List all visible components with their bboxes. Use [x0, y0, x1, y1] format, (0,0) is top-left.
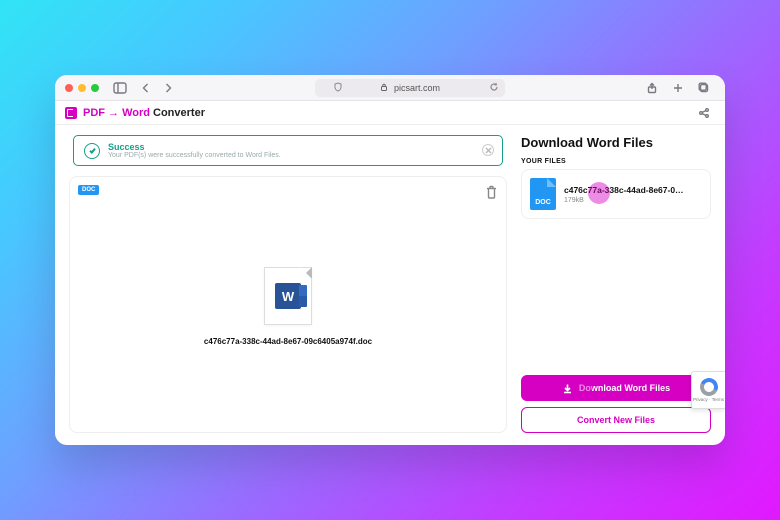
file-row[interactable]: DOC c476c77a-338c-44ad-8e67-0… 179kB	[521, 169, 711, 219]
url-text: picsart.com	[394, 83, 440, 93]
forward-icon[interactable]	[157, 79, 179, 97]
browser-toolbar: picsart.com	[55, 75, 725, 101]
minimize-window-icon[interactable]	[78, 84, 86, 92]
banner-subtitle: Your PDF(s) were successfully converted …	[108, 152, 281, 159]
address-bar[interactable]: picsart.com	[315, 79, 505, 97]
download-sidebar: Download Word Files YOUR FILES DOC c476c…	[521, 135, 711, 433]
convert-new-button[interactable]: Convert New Files	[521, 407, 711, 433]
browser-window: picsart.com PDF → Word Converter	[55, 75, 725, 445]
page-title: PDF → Word Converter	[83, 107, 205, 119]
app-header: PDF → Word Converter	[55, 101, 725, 125]
row-file-name: c476c77a-338c-44ad-8e67-0…	[564, 185, 684, 195]
file-name-label: c476c77a-338c-44ad-8e67-09c6405a974f.doc	[204, 337, 372, 346]
window-controls	[65, 84, 99, 92]
row-file-size: 179kB	[564, 197, 684, 204]
recaptcha-icon	[700, 378, 718, 396]
doc-file-icon: DOC	[530, 178, 556, 210]
back-icon[interactable]	[135, 79, 157, 97]
download-button-label: Download Word Files	[579, 383, 670, 393]
document-page-icon: W	[264, 267, 312, 325]
share-system-icon[interactable]	[641, 79, 663, 97]
maximize-window-icon[interactable]	[91, 84, 99, 92]
tabs-overview-icon[interactable]	[693, 79, 715, 97]
recaptcha-badge[interactable]: Privacy · Terms	[691, 371, 725, 409]
title-prefix: PDF → Word	[83, 107, 150, 119]
check-circle-icon	[84, 143, 100, 159]
close-window-icon[interactable]	[65, 84, 73, 92]
title-suffix: Converter	[153, 107, 205, 119]
delete-file-button[interactable]	[485, 185, 498, 204]
sidebar-toggle-icon[interactable]	[109, 79, 131, 97]
shield-icon	[333, 82, 343, 94]
lock-icon	[380, 83, 388, 93]
share-page-icon[interactable]	[693, 104, 715, 122]
reload-icon[interactable]	[489, 82, 499, 94]
word-icon: W	[275, 283, 301, 309]
close-banner-button[interactable]	[482, 144, 494, 156]
new-tab-icon[interactable]	[667, 79, 689, 97]
download-button[interactable]: Download Word Files	[521, 375, 711, 401]
file-preview-card: DOC W c476c77a-338c-44ad-8e67-09c6405a97…	[69, 176, 507, 433]
success-banner: Success Your PDF(s) were successfully co…	[73, 135, 503, 166]
doc-chip: DOC	[78, 185, 99, 195]
banner-title: Success	[108, 142, 281, 152]
app-logo-icon	[65, 107, 77, 119]
convert-new-label: Convert New Files	[577, 415, 655, 425]
recaptcha-text: Privacy · Terms	[693, 398, 724, 403]
sidebar-title: Download Word Files	[521, 135, 711, 150]
your-files-label: YOUR FILES	[521, 158, 711, 165]
